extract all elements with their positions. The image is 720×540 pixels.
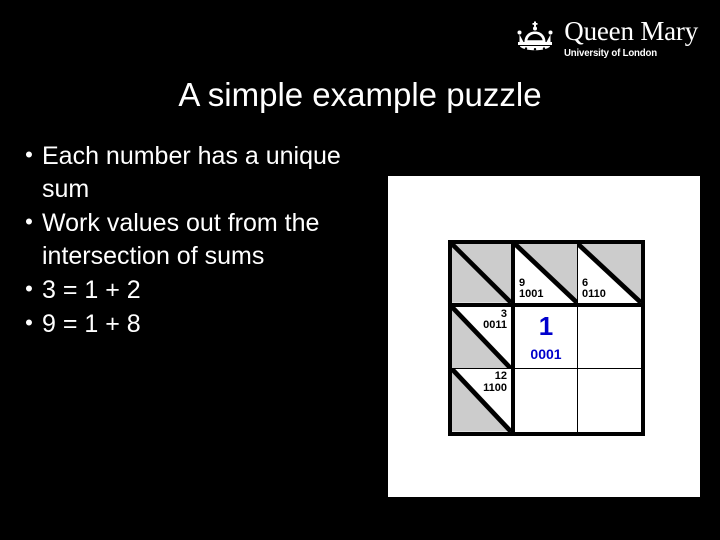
puzzle-image-panel: 9 1001 6 0110 3 0011 1 0001 12 1100 [388, 176, 700, 497]
crown-icon [514, 18, 556, 55]
bullet-marker-icon: • [25, 142, 33, 167]
clue-binary: 0110 [582, 288, 606, 301]
puzzle-cell-row-clue: 3 0011 [452, 306, 515, 370]
logo-name: Queen Mary [564, 16, 698, 46]
bullet-marker-icon: • [25, 276, 33, 301]
bullet-text: Each number has a unique sum [42, 142, 341, 203]
list-item: • Work values out from the intersection … [16, 207, 376, 273]
bullet-text: Work values out from the intersection of… [42, 209, 320, 270]
clue-value: 3 0011 [483, 308, 507, 332]
bullet-list: • Each number has a unique sum • Work va… [16, 140, 376, 342]
puzzle-cell-col-clue: 6 0110 [578, 244, 641, 307]
bullet-marker-icon: • [25, 209, 33, 234]
clue-binary: 0011 [483, 319, 507, 332]
answer-binary: 0001 [530, 346, 562, 363]
bullet-text: 9 = 1 + 8 [42, 310, 141, 338]
puzzle-cell-corner [452, 244, 515, 307]
list-item: • 9 = 1 + 8 [16, 308, 376, 341]
puzzle-cell-empty[interactable] [515, 369, 578, 432]
list-item: • Each number has a unique sum [16, 140, 376, 206]
clue-value: 9 1001 [519, 277, 544, 301]
page-title: A simple example puzzle [178, 76, 542, 113]
bullet-marker-icon: • [25, 310, 33, 335]
answer-value: 1 0001 [515, 307, 577, 369]
shade-full [452, 244, 511, 303]
clue-binary: 1001 [519, 288, 544, 301]
queen-mary-logo: Queen Mary University of London [514, 18, 698, 59]
answer-decimal: 1 [538, 311, 554, 342]
puzzle-cell-empty[interactable] [578, 306, 641, 370]
puzzle-cell-row-clue: 12 1100 [452, 369, 515, 432]
clue-binary: 1100 [483, 381, 507, 394]
bullet-text: 3 = 1 + 2 [42, 276, 141, 304]
puzzle-cell-empty[interactable] [578, 369, 641, 432]
clue-value: 12 1100 [483, 371, 507, 394]
slide: Queen Mary University of London A simple… [0, 0, 720, 540]
list-item: • 3 = 1 + 2 [16, 274, 376, 307]
logo-subtitle: University of London [564, 47, 658, 59]
clue-value: 6 0110 [582, 277, 606, 301]
puzzle-cell-col-clue: 9 1001 [515, 244, 578, 307]
puzzle-grid: 9 1001 6 0110 3 0011 1 0001 12 1100 [448, 240, 645, 436]
puzzle-cell-answer[interactable]: 1 0001 [515, 306, 578, 370]
